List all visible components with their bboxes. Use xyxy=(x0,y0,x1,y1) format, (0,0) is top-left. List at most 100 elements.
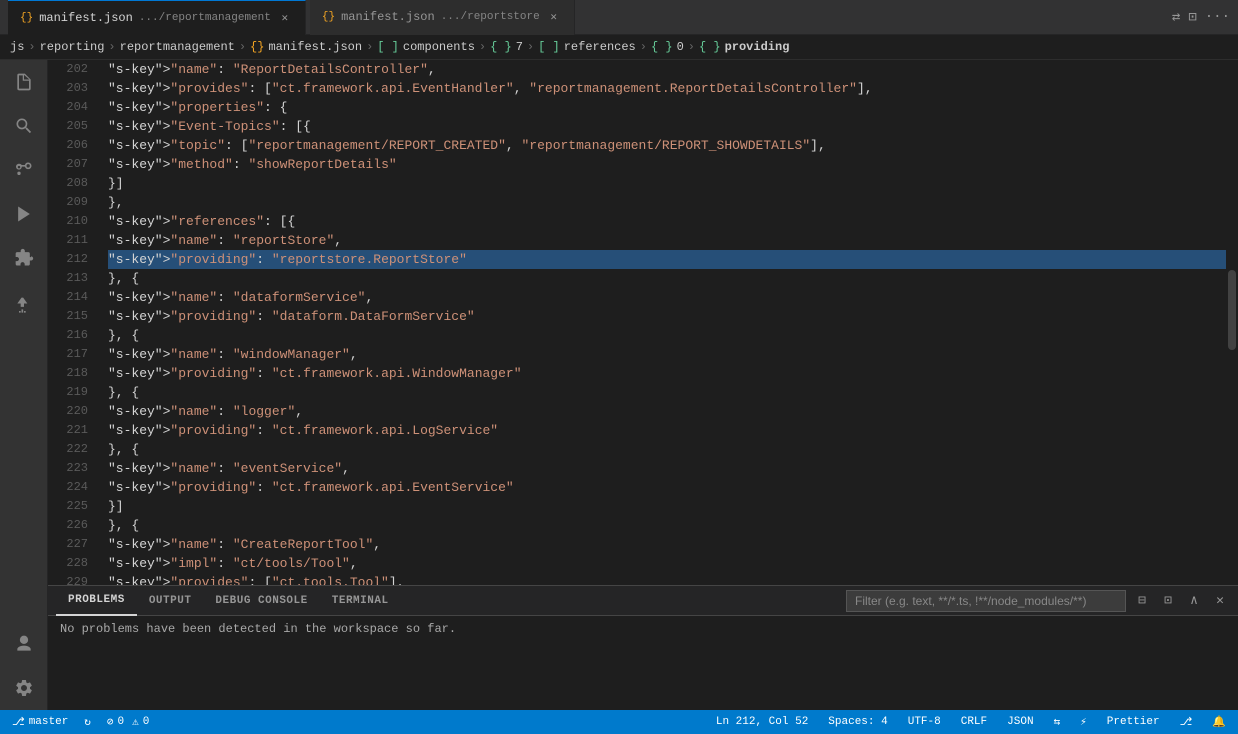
breadcrumb-reporting[interactable]: reporting xyxy=(40,40,105,54)
git-lens-icon: ⎇ xyxy=(1180,715,1193,729)
git-branch[interactable]: ⎇ master xyxy=(8,710,72,734)
tab-manifest-reportmanagement[interactable]: {} manifest.json .../reportmanagement ✕ xyxy=(8,0,306,35)
activity-run[interactable] xyxy=(10,200,38,228)
activity-account[interactable] xyxy=(10,630,38,658)
line-number: 202 xyxy=(48,60,88,79)
code-editor[interactable]: 2022032042052062072082092102112122132142… xyxy=(48,60,1238,585)
panel-tabs: PROBLEMS OUTPUT DEBUG CONSOLE TERMINAL ⊟… xyxy=(48,586,1238,616)
activity-settings[interactable] xyxy=(10,674,38,702)
remote-icon-status[interactable]: ⇆ xyxy=(1050,710,1065,734)
scrollbar-thumb[interactable] xyxy=(1228,270,1236,350)
tab-problems[interactable]: PROBLEMS xyxy=(56,586,137,616)
breadcrumb: js › reporting › reportmanagement › {} m… xyxy=(0,35,1238,60)
line-number: 225 xyxy=(48,497,88,516)
code-line: }, { xyxy=(108,326,1226,345)
code-line: "s-key">"name": "windowManager", xyxy=(108,345,1226,364)
code-line: "s-key">"provides": ["ct.tools.Tool"], xyxy=(108,573,1226,585)
split-editor-icon[interactable]: ⊡ xyxy=(1158,591,1178,611)
code-line: "s-key">"providing": "ct.framework.api.L… xyxy=(108,421,1226,440)
error-icon: ⊘ xyxy=(107,715,114,729)
tab2-close[interactable]: ✕ xyxy=(546,9,562,25)
notifications[interactable]: 🔔 xyxy=(1208,710,1230,734)
line-number: 228 xyxy=(48,554,88,573)
breadcrumb-0[interactable]: 0 xyxy=(677,40,684,54)
tab1-path: .../reportmanagement xyxy=(139,12,271,24)
error-number: 0 xyxy=(118,716,125,728)
status-bar: ⎇ master ↻ ⊘ 0 ⚠ 0 Ln 212, Col 52 Spaces… xyxy=(0,710,1238,734)
line-number: 208 xyxy=(48,174,88,193)
language-mode[interactable]: JSON xyxy=(1003,710,1037,734)
indentation[interactable]: Spaces: 4 xyxy=(824,710,891,734)
sync-button[interactable]: ↻ xyxy=(80,710,95,734)
git-lens[interactable]: ⎇ xyxy=(1176,710,1197,734)
activity-extensions[interactable] xyxy=(10,244,38,272)
encoding[interactable]: UTF-8 xyxy=(904,710,945,734)
tab1-close[interactable]: ✕ xyxy=(277,10,293,26)
code-line: "s-key">"providing": "reportstore.Report… xyxy=(108,250,1226,269)
line-number: 229 xyxy=(48,573,88,585)
line-numbers: 2022032042052062072082092102112122132142… xyxy=(48,60,98,585)
line-number: 217 xyxy=(48,345,88,364)
breadcrumb-brace2: { } xyxy=(651,40,673,54)
line-number: 211 xyxy=(48,231,88,250)
line-ending[interactable]: CRLF xyxy=(957,710,991,734)
line-number: 209 xyxy=(48,193,88,212)
layout-icon[interactable]: ⊡ xyxy=(1188,9,1196,26)
code-line: "s-key">"name": "eventService", xyxy=(108,459,1226,478)
code-line: "s-key">"topic": ["reportmanagement/REPO… xyxy=(108,136,1226,155)
breadcrumb-providing[interactable]: providing xyxy=(725,40,790,54)
line-number: 222 xyxy=(48,440,88,459)
minimap xyxy=(1226,60,1238,585)
activity-search[interactable] xyxy=(10,112,38,140)
spaces-text: Spaces: 4 xyxy=(828,716,887,728)
code-line: "s-key">"providing": "dataform.DataFormS… xyxy=(108,307,1226,326)
tab2-path: .../reportstore xyxy=(441,11,540,23)
activity-files[interactable] xyxy=(10,68,38,96)
filter-icon[interactable]: ⊟ xyxy=(1132,591,1152,611)
breadcrumb-file-icon: {} xyxy=(250,40,264,54)
close-panel-icon[interactable]: ✕ xyxy=(1210,591,1230,611)
code-content[interactable]: "s-key">"name": "ReportDetailsController… xyxy=(98,60,1226,585)
tab-terminal[interactable]: TERMINAL xyxy=(320,586,401,616)
code-line: "s-key">"Event-Topics": [{ xyxy=(108,117,1226,136)
breadcrumb-components[interactable]: components xyxy=(403,40,475,54)
tab-manifest-reportstore[interactable]: {} manifest.json .../reportstore ✕ xyxy=(310,0,575,35)
code-line: "s-key">"name": "reportStore", xyxy=(108,231,1226,250)
activity-source-control[interactable] xyxy=(10,156,38,184)
breadcrumb-7[interactable]: 7 xyxy=(516,40,523,54)
error-report[interactable]: ⚡ xyxy=(1076,710,1091,734)
scrollbar-track[interactable] xyxy=(1226,60,1238,585)
breadcrumb-braces: { } xyxy=(490,40,512,54)
branch-icon: ⎇ xyxy=(12,715,25,729)
line-number: 215 xyxy=(48,307,88,326)
code-line: "s-key">"name": "logger", xyxy=(108,402,1226,421)
breadcrumb-references[interactable]: references xyxy=(564,40,636,54)
collapse-icon[interactable]: ∧ xyxy=(1184,591,1204,611)
activity-testing[interactable] xyxy=(10,292,38,320)
code-line: "s-key">"name": "CreateReportTool", xyxy=(108,535,1226,554)
tab1-label: manifest.json xyxy=(39,11,133,25)
errors-count[interactable]: ⊘ 0 ⚠ 0 xyxy=(103,710,153,734)
panel-filter-input[interactable] xyxy=(846,590,1126,612)
language-text: JSON xyxy=(1007,716,1033,728)
breadcrumb-reportmanagement[interactable]: reportmanagement xyxy=(120,40,235,54)
breadcrumb-braces-icon: { } xyxy=(699,40,721,54)
breadcrumb-manifest[interactable]: manifest.json xyxy=(268,40,362,54)
more-icon[interactable]: ··· xyxy=(1205,9,1230,26)
warning-icon: ⚠ xyxy=(132,715,139,729)
tab2-label: manifest.json xyxy=(341,10,435,24)
window-controls: ⇄ ⊡ ··· xyxy=(1172,9,1230,26)
tab-debug-console[interactable]: DEBUG CONSOLE xyxy=(203,586,319,616)
formatter-name[interactable]: Prettier xyxy=(1103,710,1164,734)
code-line: }] xyxy=(108,497,1226,516)
panel: PROBLEMS OUTPUT DEBUG CONSOLE TERMINAL ⊟… xyxy=(48,585,1238,710)
breadcrumb-js[interactable]: js xyxy=(10,40,24,54)
remote-icon[interactable]: ⇄ xyxy=(1172,9,1180,26)
cursor-position[interactable]: Ln 212, Col 52 xyxy=(712,710,812,734)
code-line: }, { xyxy=(108,383,1226,402)
code-line: }, xyxy=(108,193,1226,212)
branch-name: master xyxy=(29,716,69,728)
status-right: Ln 212, Col 52 Spaces: 4 UTF-8 CRLF JSON… xyxy=(712,710,1230,734)
json-file-icon: {} xyxy=(20,12,33,24)
tab-output[interactable]: OUTPUT xyxy=(137,586,204,616)
